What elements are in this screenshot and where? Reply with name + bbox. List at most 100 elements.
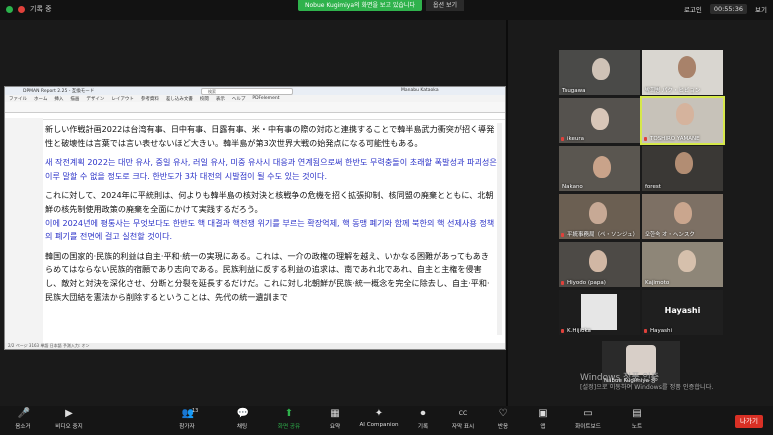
chat-icon: 💬 bbox=[236, 408, 249, 419]
apps-icon: ▣ bbox=[538, 408, 548, 419]
participant-tile[interactable]: Hayashi Hayashi bbox=[642, 290, 723, 335]
share-screen-icon: ⬆ bbox=[284, 408, 294, 419]
notes-button[interactable]: ▤ 노트 bbox=[612, 408, 662, 430]
muted-mic-icon bbox=[644, 329, 647, 333]
mute-button[interactable]: 🎤 음소거 bbox=[0, 408, 48, 430]
microphone-icon: 🎤 bbox=[17, 408, 30, 419]
sparkle-icon: ✦ bbox=[374, 408, 384, 419]
participant-name: Nakano bbox=[562, 184, 583, 190]
muted-mic-icon bbox=[561, 137, 564, 141]
view-options-button[interactable]: 옵션 보기 bbox=[426, 0, 464, 11]
participant-name: K.Hijioka bbox=[567, 328, 591, 334]
profile-picture bbox=[581, 294, 617, 330]
menu-item[interactable]: 差し込み文書 bbox=[166, 96, 193, 102]
menu-item[interactable]: ファイル bbox=[9, 96, 27, 102]
recording-indicator[interactable]: 기록 중 bbox=[6, 4, 52, 14]
participant-video bbox=[675, 152, 693, 174]
participant-video bbox=[593, 156, 611, 178]
participant-name: 平統事務局（ペ・ソンジュ） bbox=[567, 232, 639, 238]
menu-item[interactable]: 表示 bbox=[216, 96, 225, 102]
toolbar-label: 반응 bbox=[497, 424, 509, 430]
participant-tile-active-speaker[interactable]: TOSHIRO YAMANE bbox=[640, 96, 725, 145]
shared-document-window: DPMAN Report 2.25 - 互換モード 検索 Manabu Kata… bbox=[4, 86, 506, 350]
toolbar-label: 비디오 중지 bbox=[55, 424, 83, 430]
chat-button[interactable]: 💬 채팅 bbox=[217, 408, 267, 430]
summary-button[interactable]: ▦ 요약 bbox=[310, 408, 360, 430]
toolbar-label: 노트 bbox=[631, 424, 643, 430]
participant-tile[interactable]: 平統事務局（ペ・ソンジュ） bbox=[559, 194, 640, 239]
shield-icon bbox=[6, 5, 13, 13]
view-button[interactable]: 보기 bbox=[755, 4, 767, 14]
toolbar-label: 화면 공유 bbox=[277, 424, 301, 430]
menu-item[interactable]: 挿入 bbox=[54, 96, 63, 102]
menu-item[interactable]: 参考資料 bbox=[141, 96, 159, 102]
screen-share-banner: Nobue Kugimiya의 화면을 보고 있습니다 bbox=[298, 0, 422, 11]
recording-label: 기록 중 bbox=[30, 5, 52, 13]
split-divider[interactable] bbox=[506, 20, 508, 406]
summary-icon: ▦ bbox=[330, 408, 340, 419]
toolbar-label: 채팅 bbox=[236, 424, 248, 430]
whiteboard-button[interactable]: ▭ 화이트보드 bbox=[563, 408, 613, 430]
video-camera-icon: ▶ bbox=[65, 408, 73, 419]
participant-tile[interactable]: Kajimoto bbox=[642, 242, 723, 287]
muted-mic-icon bbox=[561, 329, 564, 333]
doc-page[interactable]: 新しい作戦計画2022は台湾有事、日中有事、日露有事、米・中有事の際の対応と連携… bbox=[45, 123, 497, 340]
doc-ribbon bbox=[5, 102, 505, 113]
toolbar-label: 앱 bbox=[540, 424, 546, 430]
participant-tile[interactable]: 오한숙 オ・ヘンスク bbox=[642, 194, 723, 239]
muted-mic-icon bbox=[561, 233, 564, 237]
participant-tile[interactable]: ikeura bbox=[559, 98, 640, 143]
participant-name: Kajimoto bbox=[645, 280, 670, 286]
meeting-timer: 00:55:36 bbox=[709, 4, 748, 14]
participant-tile[interactable]: forest bbox=[642, 146, 723, 191]
participant-video bbox=[678, 56, 696, 78]
participant-name: forest bbox=[645, 184, 661, 190]
toolbar-label: AI Companion bbox=[359, 422, 399, 428]
menu-item[interactable]: レイアウト bbox=[111, 96, 134, 102]
menu-item[interactable]: ヘルプ bbox=[232, 96, 246, 102]
participant-video bbox=[589, 250, 607, 272]
meeting-toolbar: 🎤 음소거 ▶ 비디오 중지 👥 참가자 13 💬 채팅 ⬆ 화면 공유 ▦ 요약 ✦ AI C… bbox=[0, 406, 773, 435]
toolbar-label: 기록 bbox=[417, 424, 429, 430]
doc-paragraph-ja: これに対して、2024年に平統則は、何よりも韓半島の核対決と核戦争の危機を招く拡… bbox=[45, 190, 494, 214]
ai-companion-button[interactable]: ✦ AI Companion bbox=[354, 408, 404, 428]
menu-item[interactable]: 描画 bbox=[70, 96, 79, 102]
doc-paragraph-ko: 이에 2024년에 평통사는 무엇보다도 한반도 핵 대결과 핵전쟁 위기를 부… bbox=[45, 217, 495, 242]
logo-label[interactable]: 로고인 bbox=[684, 4, 702, 14]
doc-scrollbar[interactable] bbox=[497, 123, 502, 335]
participant-tile[interactable]: K.Hijioka bbox=[559, 290, 640, 335]
menu-item[interactable]: ホーム bbox=[34, 96, 47, 102]
doc-paragraph-ja: 韓国の国家的·民族的利益は自主·平和·統一の実現にある。これは、一介の政権の理解… bbox=[45, 250, 490, 302]
doc-menu-bar: ファイル ホーム 挿入 描画 デザイン レイアウト 参考資料 差し込み文書 校閲… bbox=[5, 95, 505, 102]
participant-name: 박희병 パク・ヒビョン bbox=[645, 88, 701, 94]
participant-tile[interactable]: Nakano bbox=[559, 146, 640, 191]
stop-video-button[interactable]: ▶ 비디오 중지 bbox=[44, 408, 94, 430]
share-screen-button[interactable]: ⬆ 화면 공유 bbox=[264, 408, 314, 430]
participant-display-name: Hayashi bbox=[664, 306, 701, 315]
participant-name: 오한숙 オ・ヘンスク bbox=[645, 232, 695, 238]
participant-name: Hiyodo (papa) bbox=[567, 280, 606, 286]
participant-video bbox=[678, 250, 696, 272]
menu-item[interactable]: デザイン bbox=[86, 96, 104, 102]
participant-name: TOSHIRO YAMANE bbox=[650, 136, 700, 142]
record-icon: ⏺ bbox=[420, 408, 426, 419]
toolbar-label: 요약 bbox=[329, 424, 341, 430]
menu-item[interactable]: PDFelement bbox=[252, 96, 279, 101]
doc-paragraph-ja: 新しい作戦計画2022は台湾有事、日中有事、日露有事、米・中有事の際の対応と連携… bbox=[45, 124, 495, 148]
participant-tile[interactable]: Tsugawa bbox=[559, 50, 640, 95]
watermark-text: [설정]으로 이동하여 Windows를 정품 인증합니다. bbox=[580, 384, 714, 391]
top-right-controls: 로고인 00:55:36 보기 bbox=[684, 4, 767, 14]
apps-button[interactable]: ▣ 앱 bbox=[518, 408, 568, 430]
leave-button[interactable]: 나가기 bbox=[735, 415, 763, 428]
doc-search-placeholder: 検索 bbox=[208, 89, 216, 94]
participants-button[interactable]: 👥 참가자 13 bbox=[162, 408, 212, 430]
doc-status-text: 2/2 ページ 3163 単語 日本語 予測入力: オン bbox=[8, 343, 90, 348]
participant-tile[interactable]: 박희병 パク・ヒビョン bbox=[642, 50, 723, 95]
participants-icon: 👥 bbox=[181, 408, 194, 419]
participant-video bbox=[589, 202, 607, 224]
participant-tile[interactable]: Hiyodo (papa) bbox=[559, 242, 640, 287]
doc-window-title: DPMAN Report 2.25 - 互換モード bbox=[23, 89, 95, 94]
menu-item[interactable]: 校閲 bbox=[200, 96, 209, 102]
doc-search-input[interactable]: 検索 bbox=[201, 88, 293, 95]
captions-icon: CC bbox=[458, 410, 468, 417]
